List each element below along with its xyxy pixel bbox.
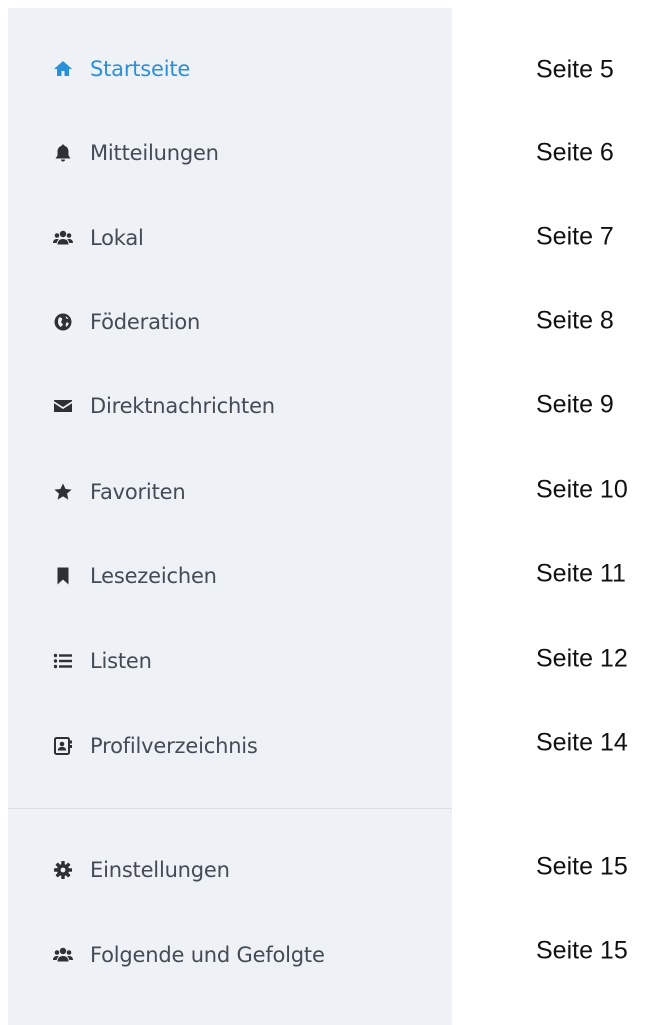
bell-icon xyxy=(52,142,74,164)
home-icon xyxy=(52,58,74,80)
page-reference: Seite 15 xyxy=(536,852,628,881)
sidebar-item-listen[interactable]: Listen xyxy=(8,641,452,681)
users-icon xyxy=(52,227,74,249)
page-reference: Seite 14 xyxy=(536,728,628,757)
sidebar-item-lokal[interactable]: Lokal xyxy=(8,218,452,258)
address-book-icon xyxy=(52,735,74,757)
star-icon xyxy=(52,481,74,503)
sidebar-item-startseite[interactable]: Startseite xyxy=(8,49,452,89)
sidebar-item-label: Favoriten xyxy=(90,480,186,504)
sidebar-item-label: Lesezeichen xyxy=(90,564,217,588)
sidebar-item-direktnachrichten[interactable]: Direktnachrichten xyxy=(8,386,452,426)
sidebar-item-label: Folgende und Gefolgte xyxy=(90,943,325,967)
sidebar-item-label: Föderation xyxy=(90,310,201,334)
sidebar-item-label: Direktnachrichten xyxy=(90,394,275,418)
sidebar-item-foederation[interactable]: Föderation xyxy=(8,302,452,342)
envelope-icon xyxy=(52,395,74,417)
page-reference: Seite 15 xyxy=(536,936,628,965)
page-reference: Seite 9 xyxy=(536,390,614,419)
page-reference: Seite 12 xyxy=(536,644,628,673)
sidebar-item-lesezeichen[interactable]: Lesezeichen xyxy=(8,556,452,596)
page-reference: Seite 8 xyxy=(536,306,614,335)
sidebar-item-label: Lokal xyxy=(90,226,144,250)
sidebar-item-profilverzeichnis[interactable]: Profilverzeichnis xyxy=(8,726,452,766)
sidebar-item-label: Listen xyxy=(90,649,152,673)
page-reference: Seite 10 xyxy=(536,475,628,504)
sidebar-item-favoriten[interactable]: Favoriten xyxy=(8,472,452,512)
sidebar-item-label: Einstellungen xyxy=(90,858,230,882)
sidebar-divider xyxy=(8,808,452,809)
sidebar-item-mitteilungen[interactable]: Mitteilungen xyxy=(8,133,452,173)
users-icon xyxy=(52,944,74,966)
page-reference: Seite 7 xyxy=(536,222,614,251)
gear-icon xyxy=(52,859,74,881)
list-icon xyxy=(52,650,74,672)
sidebar-item-folgende-und-gefolgte[interactable]: Folgende und Gefolgte xyxy=(8,935,452,975)
globe-icon xyxy=(52,311,74,333)
bookmark-icon xyxy=(52,565,74,587)
sidebar-item-einstellungen[interactable]: Einstellungen xyxy=(8,850,452,890)
sidebar-item-label: Startseite xyxy=(90,57,191,81)
sidebar-item-label: Mitteilungen xyxy=(90,141,219,165)
page-reference: Seite 11 xyxy=(536,559,626,588)
page-reference: Seite 6 xyxy=(536,138,614,167)
page-reference: Seite 5 xyxy=(536,55,614,84)
sidebar-item-label: Profilverzeichnis xyxy=(90,734,258,758)
